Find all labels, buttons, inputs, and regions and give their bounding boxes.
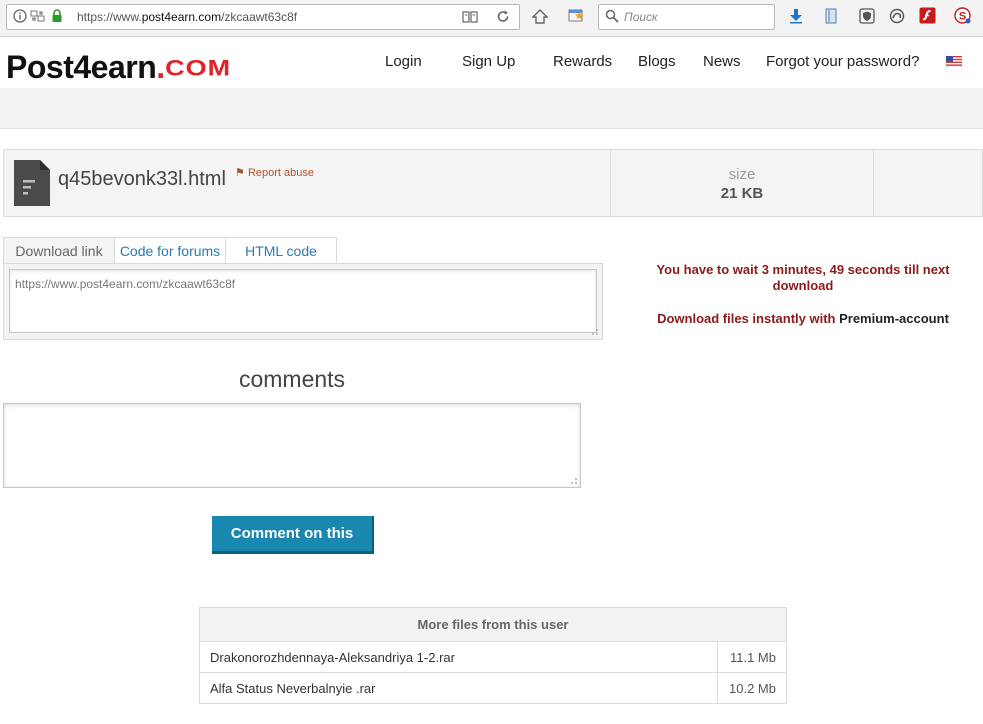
resize-grip-icon[interactable] (570, 477, 578, 485)
search-placeholder: Поиск (624, 10, 658, 24)
nav-sign-up[interactable]: Sign Up (462, 53, 515, 70)
svg-text:S: S (959, 11, 966, 23)
table-row[interactable]: Alfa Status Neverbalnyie .rar 10.2 Mb (199, 672, 787, 704)
report-abuse-label: Report abuse (247, 167, 314, 179)
table-row[interactable]: Drakonorozhdennaya-Aleksandriya 1-2.rar … (199, 641, 787, 673)
file-icon (14, 160, 50, 206)
size-value: 21 KB (720, 185, 764, 202)
file-size: 11.1 Mb (717, 641, 787, 673)
premium-notice: Download files instantly with Premium-ac… (640, 311, 966, 326)
nav-blogs[interactable]: Blogs (638, 53, 676, 70)
site-header: Post4earn.COM Login Sign Up Rewards Blog… (0, 37, 983, 88)
permissions-icon[interactable] (30, 9, 46, 23)
nav-rewards[interactable]: Rewards (553, 53, 612, 70)
nav-forgot-password[interactable]: Forgot your password? (766, 53, 919, 70)
link-panel: https://www.post4earn.com/zkcaawt63c8f (3, 263, 603, 340)
site-logo[interactable]: Post4earn.COM (6, 49, 231, 85)
file-info-row: q45bevonk33l.html ⚑ Report abuse size 21… (3, 149, 983, 217)
library-icon[interactable] (824, 8, 838, 24)
file-link[interactable]: Drakonorozhdennaya-Aleksandriya 1-2.rar (199, 641, 718, 673)
premium-notice-text: Download files instantly with (657, 311, 840, 326)
shield-icon[interactable] (859, 8, 875, 24)
search-input[interactable]: Поиск (598, 4, 775, 30)
tab-download-link[interactable]: Download link (3, 237, 115, 264)
bookmark-icon[interactable] (568, 7, 586, 24)
home-icon[interactable] (532, 9, 548, 24)
file-size-cell: size 21 KB (610, 150, 874, 216)
comment-textarea[interactable] (3, 403, 581, 488)
premium-account-link[interactable]: Premium-account (839, 311, 949, 326)
banner-strip (0, 88, 983, 129)
address-bar[interactable]: https://www.post4earn.com/zkcaawt63c8f (6, 4, 520, 30)
file-name: q45bevonk33l.html (58, 168, 226, 190)
more-files-header: More files from this user (199, 607, 787, 642)
reload-icon[interactable] (496, 9, 510, 24)
resize-grip-icon[interactable] (591, 328, 599, 336)
us-flag-icon[interactable] (946, 56, 962, 67)
url-text[interactable]: https://www.post4earn.com/zkcaawt63c8f (77, 10, 297, 24)
tab-code-for-forums[interactable]: Code for forums (114, 237, 226, 264)
table-header-row: More files from this user (199, 607, 787, 642)
sync-icon[interactable] (889, 8, 905, 24)
comment-button[interactable]: Comment on this (212, 516, 374, 554)
more-files-table: More files from this user Drakonorozhden… (199, 607, 787, 704)
lock-icon (52, 9, 62, 22)
flash-icon[interactable] (919, 7, 936, 24)
addon-s-icon[interactable]: S (954, 7, 971, 24)
report-abuse-link[interactable]: ⚑ Report abuse (235, 166, 314, 179)
file-size: 10.2 Mb (717, 672, 787, 704)
size-label: size (728, 166, 756, 183)
flag-icon: ⚑ (235, 167, 245, 179)
info-icon[interactable] (13, 9, 27, 23)
tab-html-code[interactable]: HTML code (225, 237, 337, 264)
nav-login[interactable]: Login (385, 53, 422, 70)
file-link[interactable]: Alfa Status Neverbalnyie .rar (199, 672, 718, 704)
nav-news[interactable]: News (703, 53, 741, 70)
download-link-field[interactable]: https://www.post4earn.com/zkcaawt63c8f (9, 269, 597, 333)
wait-notice: You have to wait 3 minutes, 49 seconds t… (656, 262, 950, 293)
download-icon[interactable] (788, 8, 804, 24)
reader-view-icon[interactable] (462, 10, 478, 23)
comments-heading: comments (238, 366, 346, 392)
browser-toolbar: https://www.post4earn.com/zkcaawt63c8f П… (0, 0, 983, 37)
search-icon (605, 9, 619, 23)
